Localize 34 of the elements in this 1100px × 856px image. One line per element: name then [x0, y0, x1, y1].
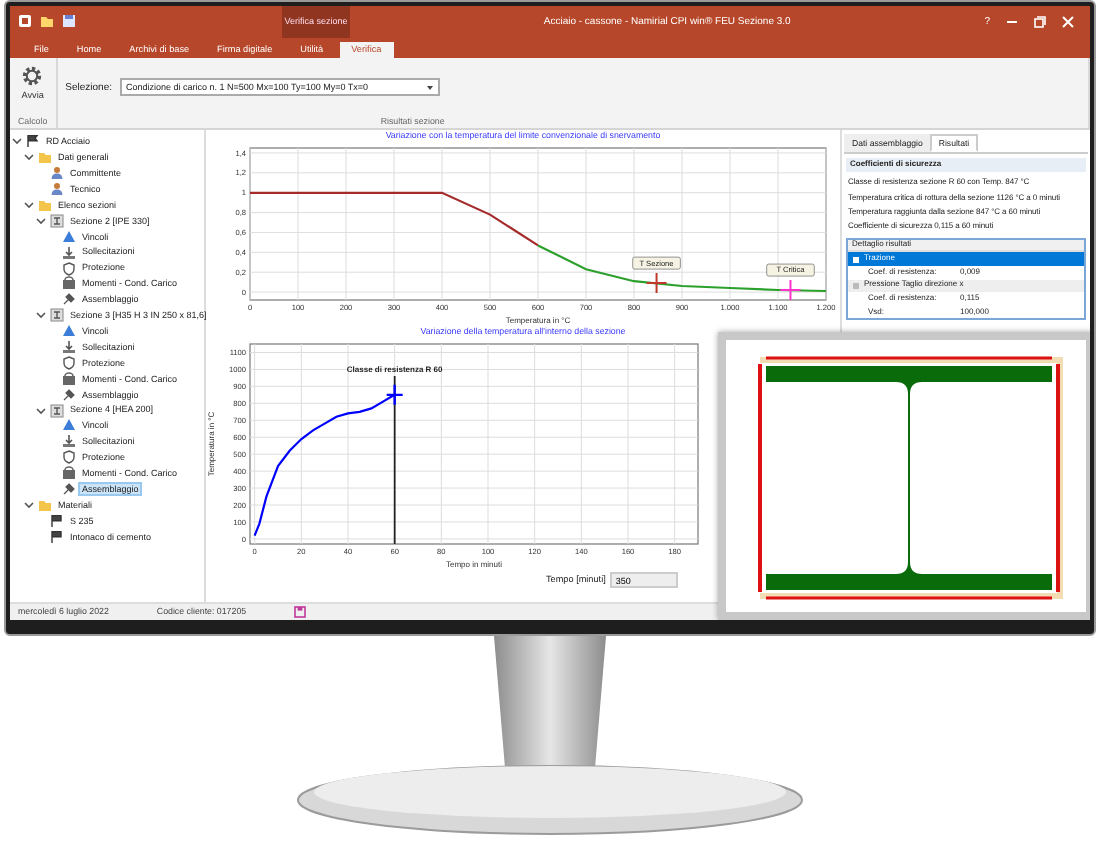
- load-icon: [61, 340, 75, 355]
- point-marker: [779, 279, 802, 302]
- folder-icon: [37, 497, 51, 512]
- folder-icon: [37, 150, 51, 165]
- section-icon: [49, 403, 63, 418]
- point-marker: [645, 272, 668, 295]
- shield-icon: [61, 450, 75, 465]
- save-icon[interactable]: [62, 14, 76, 28]
- close-icon[interactable]: [1062, 16, 1074, 28]
- app-icon: [18, 14, 32, 28]
- shield-icon: [61, 355, 75, 370]
- triangle-icon: [61, 418, 75, 433]
- folder-icon[interactable]: [40, 14, 54, 28]
- section-icon: [49, 213, 63, 228]
- point-marker: [385, 383, 404, 407]
- folder-icon: [37, 198, 51, 212]
- triangle-icon: [61, 324, 75, 339]
- shield-icon: [61, 261, 75, 276]
- caret-icon: [426, 83, 435, 92]
- section-icon: [49, 308, 63, 323]
- data-line: [253, 393, 396, 536]
- triangle-icon: [61, 229, 75, 244]
- square-icon: [852, 281, 860, 290]
- wrench-icon: [61, 482, 75, 497]
- load-icon: [61, 245, 75, 260]
- save-icon[interactable]: [294, 606, 307, 618]
- minimize-icon[interactable]: [1006, 16, 1018, 28]
- load-icon: [61, 434, 75, 449]
- gear-icon: [20, 64, 45, 88]
- flag-icon: [25, 134, 39, 149]
- restore-icon[interactable]: [1034, 16, 1046, 28]
- wrench-icon: [61, 292, 75, 307]
- square-icon: [852, 255, 860, 264]
- wrench-icon: [61, 387, 75, 402]
